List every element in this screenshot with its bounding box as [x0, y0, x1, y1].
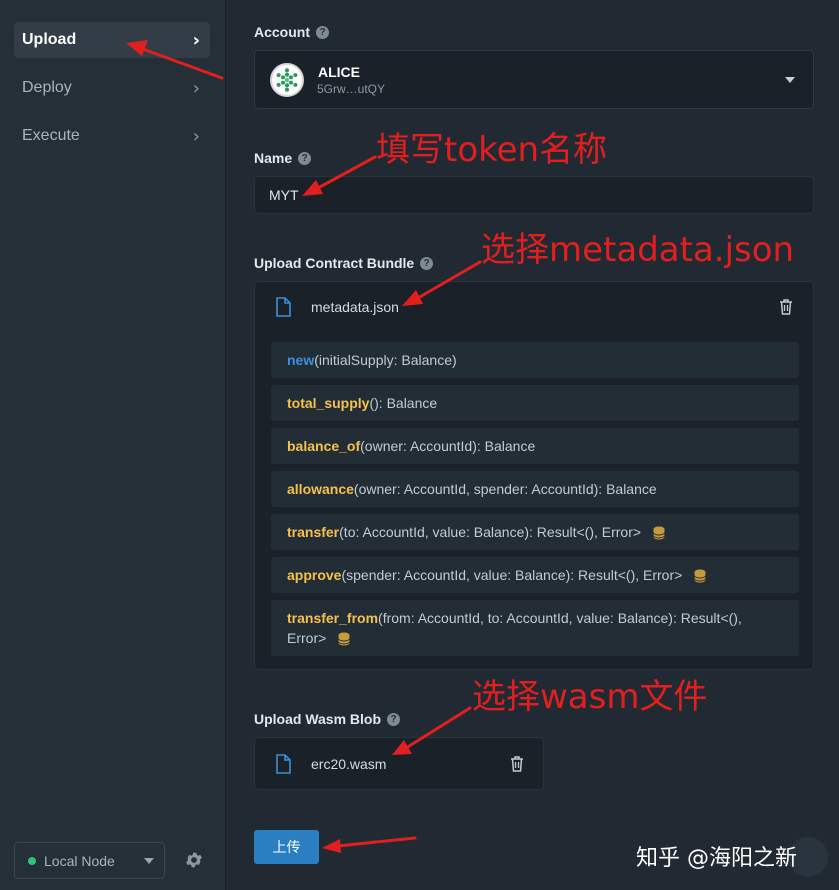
- message-name: allowance: [287, 481, 354, 497]
- message-item: total_supply(): Balance: [271, 385, 799, 421]
- file-icon: [276, 297, 291, 317]
- database-icon: [338, 632, 351, 646]
- annotation-metadata: 选择metadata.json: [481, 230, 795, 270]
- sidebar-item-upload[interactable]: Upload ›: [14, 22, 210, 58]
- chevron-right-icon: ›: [192, 125, 200, 147]
- database-icon: [653, 526, 665, 540]
- message-signature: (initialSupply: Balance): [314, 352, 457, 368]
- sidebar: Upload › Deploy › Execute › Local Node: [0, 0, 226, 890]
- message-name: transfer_from: [287, 610, 379, 626]
- bundle-label-text: Upload Contract Bundle: [254, 255, 415, 271]
- account-label-text: Account: [254, 24, 310, 40]
- node-selector[interactable]: Local Node: [14, 842, 165, 879]
- account-address: 5Grw…utQY: [317, 82, 386, 96]
- message-signature: (to: AccountId, value: Balance): Result<…: [339, 524, 642, 540]
- help-icon[interactable]: ?: [316, 25, 329, 39]
- wasm-dropzone[interactable]: erc20.wasm: [254, 737, 544, 790]
- sidebar-item-label: Upload: [22, 31, 77, 48]
- message-name: new: [287, 352, 315, 368]
- bundle-label: Upload Contract Bundle ?: [254, 255, 434, 271]
- node-status-dot: [28, 856, 36, 865]
- message-signature: (owner: AccountId): Balance: [360, 438, 536, 454]
- message-item: transfer_from(from: AccountId, to: Accou…: [271, 600, 799, 656]
- account-label: Account ?: [254, 24, 329, 40]
- wasm-label: Upload Wasm Blob ?: [254, 711, 401, 727]
- message-item: balance_of(owner: AccountId): Balance: [271, 428, 799, 464]
- wasm-label-text: Upload Wasm Blob: [254, 711, 382, 727]
- caret-down-icon: [144, 857, 154, 864]
- message-signature: (): Balance: [369, 395, 438, 411]
- trash-icon[interactable]: [779, 299, 793, 315]
- name-input-value: MYT: [269, 187, 299, 203]
- sidebar-item-label: Execute: [22, 127, 80, 144]
- message-signature: (spender: AccountId, value: Balance): Re…: [341, 567, 683, 583]
- chevron-right-icon: ›: [192, 29, 200, 51]
- chevron-right-icon: ›: [192, 77, 200, 99]
- annotation-name: 填写token名称: [376, 130, 608, 170]
- caret-down-icon: [785, 77, 795, 83]
- file-icon: [276, 754, 291, 774]
- bundle-file-name: metadata.json: [311, 299, 399, 315]
- message-item: allowance(owner: AccountId, spender: Acc…: [271, 471, 799, 507]
- message-name: total_supply: [287, 395, 370, 411]
- account-name: ALICE: [318, 64, 360, 80]
- message-signature: (owner: AccountId, spender: AccountId): …: [353, 481, 657, 497]
- message-name: transfer: [287, 524, 340, 540]
- database-icon: [694, 569, 707, 583]
- message-name: approve: [287, 567, 342, 583]
- upload-button[interactable]: 上传: [254, 830, 319, 864]
- message-item: new(initialSupply: Balance): [271, 342, 799, 378]
- account-select[interactable]: ALICE 5Grw…utQY: [254, 50, 814, 109]
- annotation-wasm: 选择wasm文件: [472, 677, 708, 717]
- name-label: Name ?: [254, 150, 312, 166]
- name-label-text: Name: [254, 150, 293, 166]
- help-icon[interactable]: ?: [387, 712, 401, 726]
- sidebar-item-deploy[interactable]: Deploy ›: [14, 70, 210, 106]
- name-input[interactable]: MYT: [254, 176, 814, 214]
- contract-bundle-dropzone[interactable]: metadata.json new(initialSupply: Balance…: [254, 281, 814, 670]
- message-item: approve(spender: AccountId, value: Balan…: [271, 557, 799, 593]
- identicon-avatar: [270, 63, 304, 97]
- node-label: Local Node: [44, 852, 115, 869]
- help-icon[interactable]: ?: [298, 151, 312, 165]
- gear-icon[interactable]: [184, 850, 204, 870]
- message-item: transfer(to: AccountId, value: Balance):…: [271, 514, 799, 550]
- watermark-text: 知乎 @海阳之新: [636, 846, 797, 871]
- help-icon[interactable]: ?: [420, 256, 434, 270]
- wasm-file-name: erc20.wasm: [311, 756, 387, 772]
- sidebar-item-label: Deploy: [22, 79, 72, 96]
- trash-icon[interactable]: [510, 756, 524, 772]
- message-name: balance_of: [287, 438, 361, 454]
- sidebar-item-execute[interactable]: Execute ›: [14, 118, 210, 154]
